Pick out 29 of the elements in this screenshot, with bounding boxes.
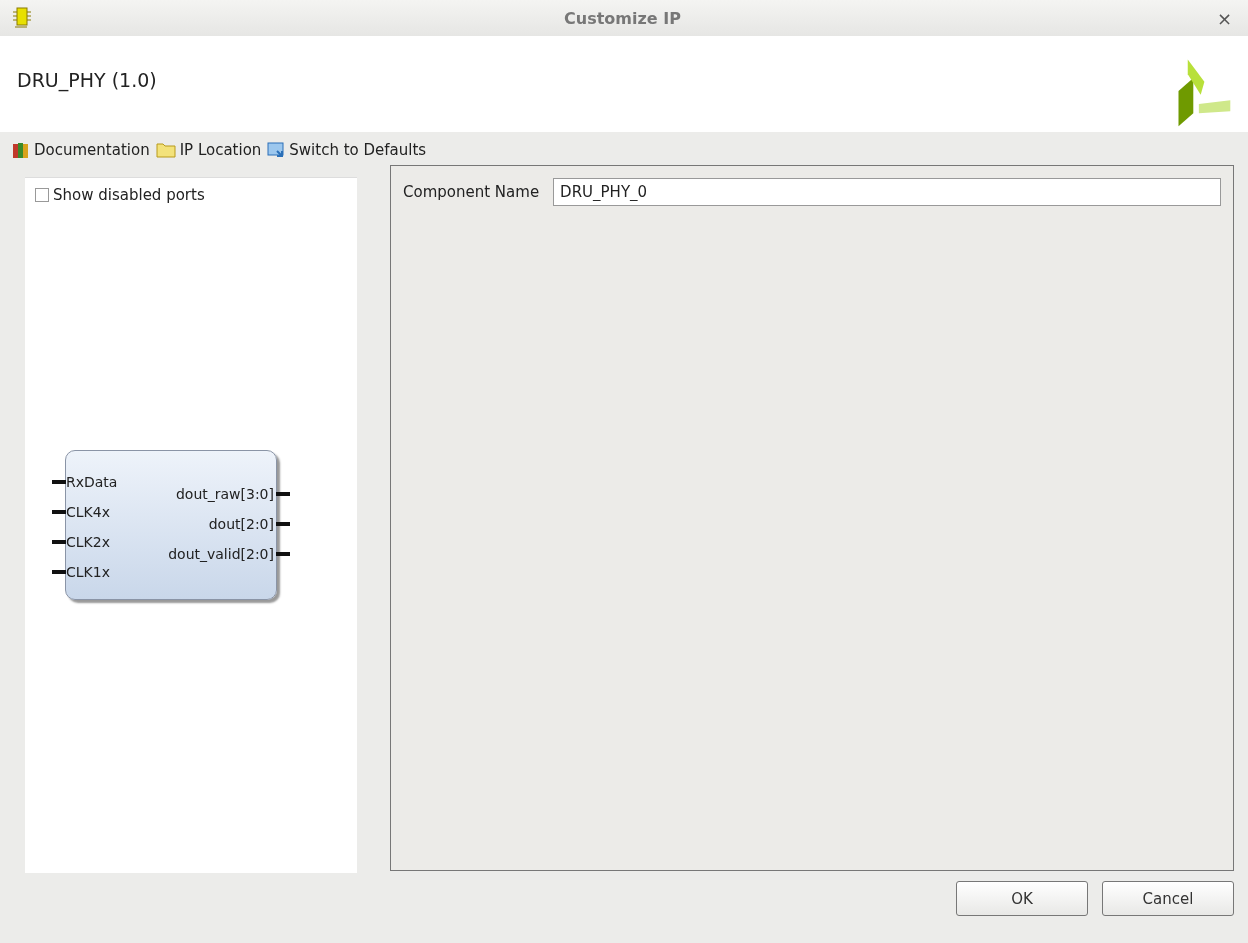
port-label: dout_valid[2:0] — [168, 545, 274, 564]
ip-title: DRU_PHY (1.0) — [17, 69, 157, 91]
port-label: RxData — [66, 473, 118, 492]
checkbox[interactable] — [35, 188, 49, 202]
chip-icon — [12, 7, 32, 29]
port-label: CLK2x — [66, 533, 110, 552]
books-icon — [12, 141, 30, 159]
port-pin — [52, 540, 66, 544]
toolbar-button[interactable]: IP Location — [155, 141, 262, 159]
toolbar-button[interactable]: Documentation — [12, 141, 150, 159]
port-pin — [52, 570, 66, 574]
toolbar-button[interactable]: Switch to Defaults — [267, 141, 427, 159]
port-pin — [52, 510, 66, 514]
port-pin — [276, 552, 290, 556]
port-pin — [276, 492, 290, 496]
port-label: CLK4x — [66, 503, 110, 522]
port-pin — [276, 522, 290, 526]
port-label: dout[2:0] — [208, 515, 274, 534]
port-pin — [52, 480, 66, 484]
dialog-button[interactable]: Cancel — [1102, 881, 1234, 916]
close-button[interactable]: × — [1212, 7, 1236, 29]
component-name-field[interactable]: DRU_PHY_0 — [553, 178, 1221, 206]
folder-icon — [155, 142, 176, 158]
port-label: CLK1x — [66, 563, 110, 582]
window-title: Customize IP — [563, 8, 682, 28]
dialog-button[interactable]: OK — [956, 881, 1088, 916]
port-label: dout_raw[3:0] — [175, 485, 274, 504]
checkbox-label: Show disabled ports — [53, 186, 205, 204]
field-label: Component Name — [403, 183, 540, 201]
